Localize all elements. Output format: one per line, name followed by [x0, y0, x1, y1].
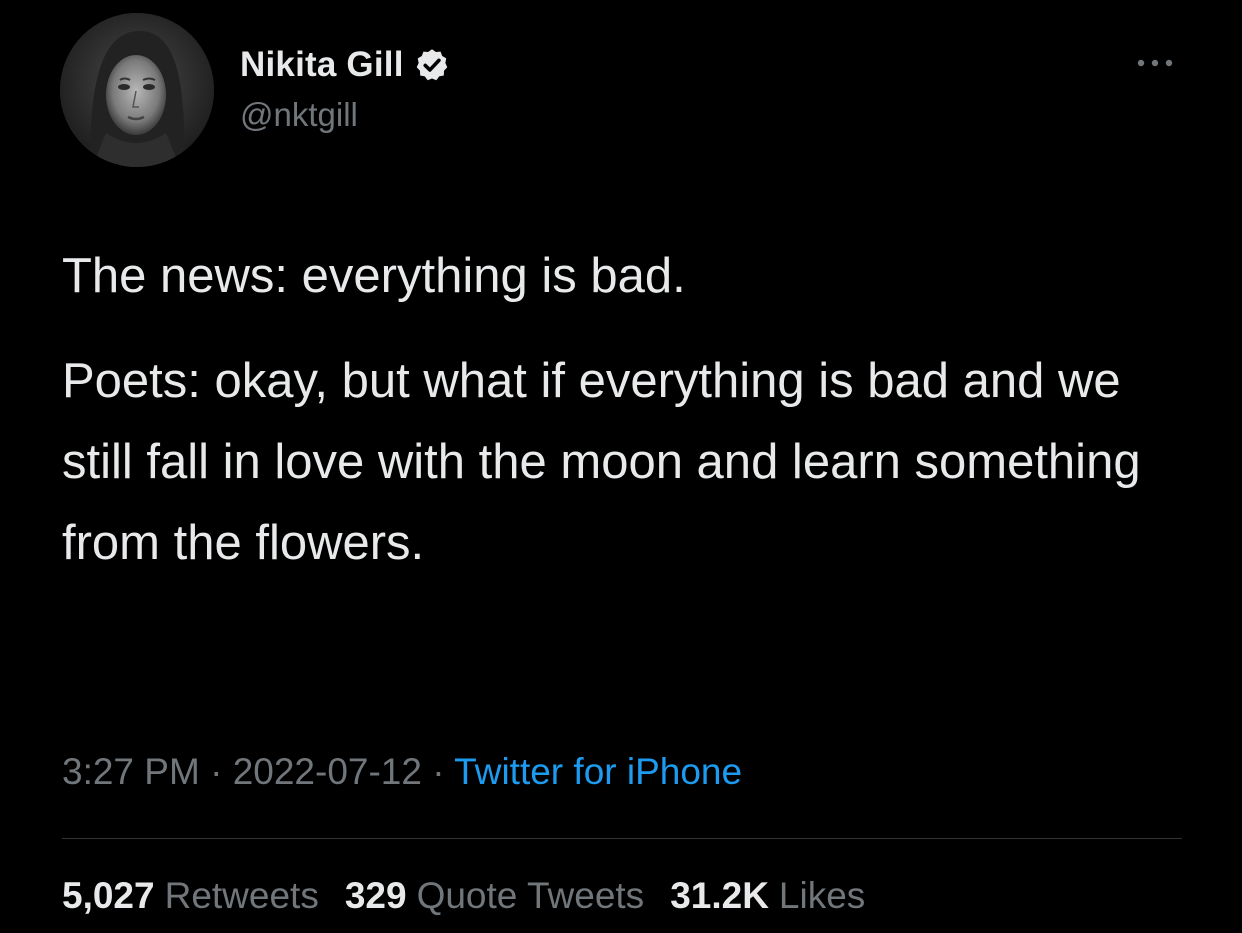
likes-label: Likes — [778, 875, 866, 916]
divider — [62, 838, 1182, 839]
avatar[interactable] — [60, 13, 214, 167]
retweets-label: Retweets — [164, 875, 319, 916]
avatar-portrait — [60, 13, 214, 167]
likes-stat[interactable]: 31.2K Likes — [670, 875, 865, 917]
tweet-metadata: 3:27 PM · 2022-07-12 · Twitter for iPhon… — [62, 751, 742, 793]
quote-tweets-label: Quote Tweets — [416, 875, 645, 916]
tweet-paragraph: The news: everything is bad. — [62, 249, 686, 303]
more-options-icon[interactable] — [1130, 48, 1180, 78]
display-name[interactable]: Nikita Gill — [240, 45, 404, 85]
meta-separator: · — [432, 751, 455, 792]
author-name-row: Nikita Gill — [240, 42, 450, 88]
tweet-stats: 5,027 Retweets 329 Quote Tweets 31.2K Likes — [62, 875, 865, 917]
tweet-time[interactable]: 3:27 PM — [62, 751, 200, 792]
quote-tweets-count: 329 — [344, 875, 407, 916]
meta-separator: · — [210, 751, 233, 792]
verified-badge-icon — [414, 47, 450, 83]
retweets-stat[interactable]: 5,027 Retweets — [62, 875, 319, 917]
quote-tweets-stat[interactable]: 329 Quote Tweets — [345, 875, 644, 917]
tweet-date[interactable]: 2022-07-12 — [233, 751, 422, 792]
tweet-paragraph: Poets: okay, but what if everything is b… — [62, 354, 1141, 570]
tweet-source-link[interactable]: Twitter for iPhone — [454, 751, 742, 792]
tweet-text: The news: everything is bad. Poets: okay… — [62, 236, 1182, 584]
retweets-count: 5,027 — [62, 875, 155, 916]
handle[interactable]: @nktgill — [240, 96, 358, 134]
likes-count: 31.2K — [670, 875, 769, 916]
tweet-detail: Nikita Gill @nktgill The news: everythin… — [0, 0, 1242, 933]
